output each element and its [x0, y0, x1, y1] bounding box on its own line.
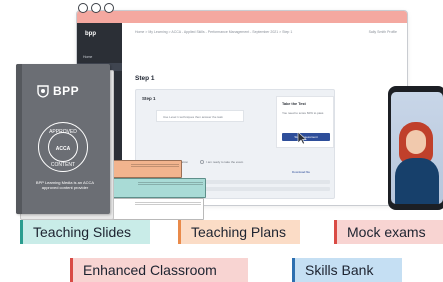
bpp-book: BPP APPROVED ACCA CONTENT BPP Learning M… [16, 64, 114, 220]
approved-content-seal: APPROVED ACCA CONTENT [38, 122, 88, 172]
phone-screen [391, 92, 443, 204]
radio-circle-icon [200, 160, 205, 164]
sidebar-logo[interactable]: bpp [85, 31, 96, 37]
download-link[interactable]: Download file [292, 170, 310, 174]
task-title: Take the Test [282, 102, 306, 106]
radio-label: I am ready to take the exam [206, 160, 244, 164]
tag-mock-exams[interactable]: Mock exams [334, 220, 443, 244]
tag-teaching-plans[interactable]: Teaching Plans [178, 220, 300, 244]
book-spine [16, 64, 22, 214]
tag-teaching-slides[interactable]: Teaching Slides [20, 220, 150, 244]
phone-notch [408, 88, 426, 92]
circle-outline-icon[interactable] [104, 3, 114, 13]
book-note: BPP Learning Media is an ACCA approved c… [35, 180, 95, 190]
instruction-box: Use Level 1 techniques then answer the t… [156, 110, 244, 122]
lion-icon [37, 85, 49, 98]
card-title: Step 1 [142, 96, 156, 101]
tag-enhanced-classroom[interactable]: Enhanced Classroom [70, 258, 248, 282]
pointer-arrow-icon [297, 131, 307, 145]
task-item: You need to score 60% to pass [282, 111, 324, 115]
circle-outline-icon[interactable] [78, 3, 88, 13]
bpp-brand-text: BPP [53, 84, 80, 98]
book-pages-edge [138, 182, 203, 185]
browser-topbar [77, 11, 407, 23]
book-pages-edge [135, 202, 201, 205]
presenter-body [395, 158, 439, 204]
radio-option-ready[interactable]: I am ready to take the exam [200, 160, 243, 164]
user-menu[interactable]: Sally Smith Profile [369, 30, 397, 34]
seal-bottom-text: CONTENT [50, 162, 74, 168]
book-pages-edge [131, 164, 179, 167]
sidebar-item-home[interactable]: Home [77, 53, 122, 61]
book-cover: BPP APPROVED ACCA CONTENT BPP Learning M… [16, 64, 110, 214]
presenter-face [406, 130, 426, 154]
page-title: Step 1 [135, 75, 155, 82]
tag-skills-bank[interactable]: Skills Bank [292, 258, 402, 282]
seal-inner-ring [48, 132, 78, 162]
phone-video-preview[interactable] [388, 86, 443, 210]
breadcrumb[interactable]: Home > My Learning > ACCA - Applied Skil… [135, 30, 292, 34]
circle-outline-icon[interactable] [91, 3, 101, 13]
window-controls [78, 3, 114, 13]
bpp-logo: BPP [36, 84, 79, 98]
